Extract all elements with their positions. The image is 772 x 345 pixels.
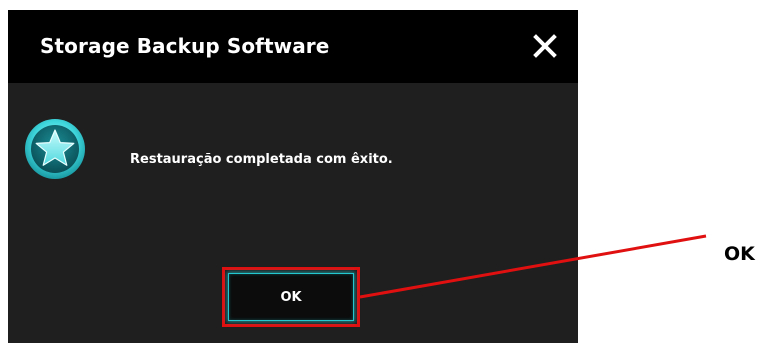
dialog-message: Restauração completada com êxito. — [130, 152, 393, 167]
stage: Storage Backup Software Restauração comp… — [0, 0, 772, 345]
close-button[interactable] — [530, 31, 560, 61]
ok-button[interactable]: OK — [228, 273, 354, 321]
dialog-titlebar: Storage Backup Software — [8, 10, 578, 83]
annotation-callout-label: OK — [724, 243, 755, 265]
dialog-title: Storage Backup Software — [40, 34, 330, 58]
close-icon — [533, 34, 557, 58]
star-icon — [23, 117, 87, 181]
